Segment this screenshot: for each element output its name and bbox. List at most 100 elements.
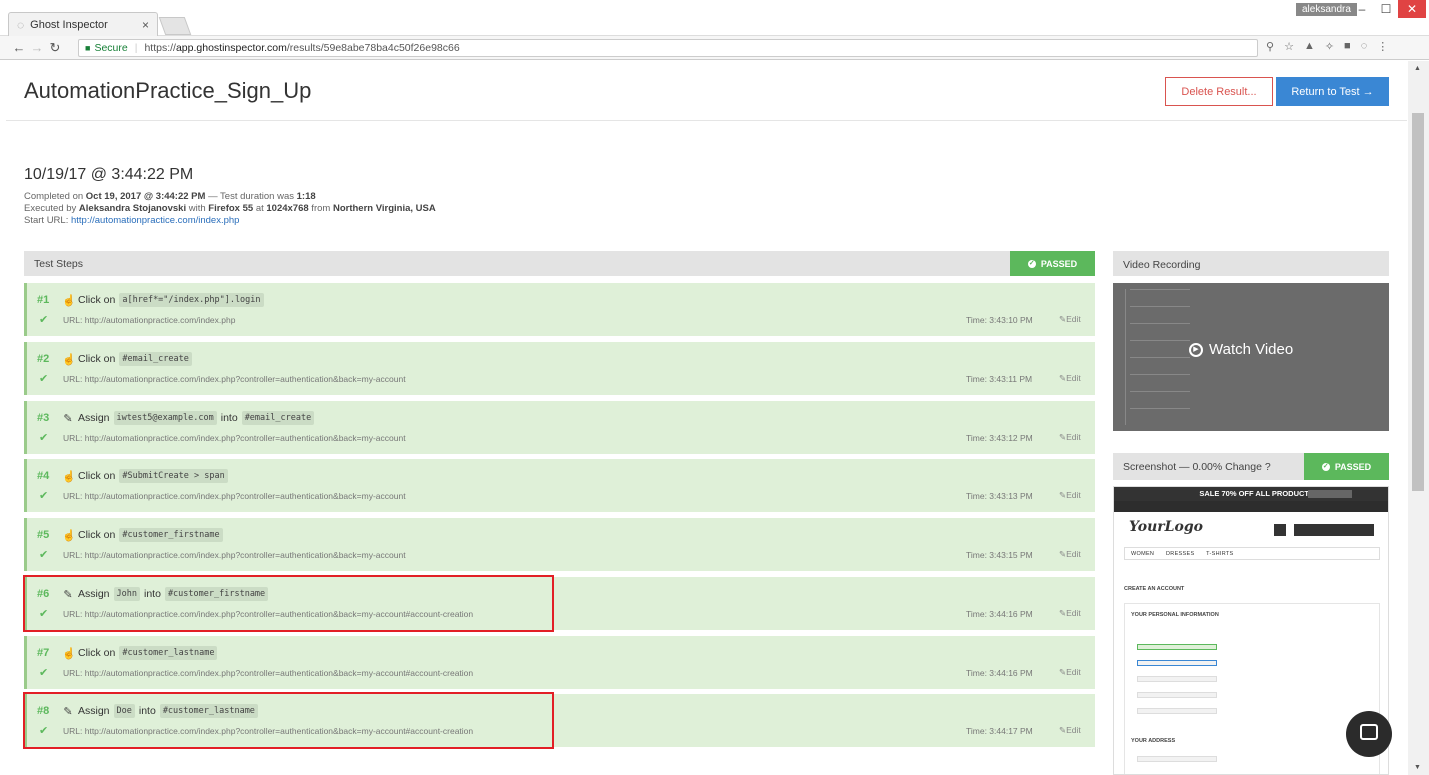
step-edit-link[interactable]: ✎Edit xyxy=(1059,490,1081,501)
step-edit-link[interactable]: ✎Edit xyxy=(1059,608,1081,619)
step-edit-link[interactable]: ✎Edit xyxy=(1059,432,1081,443)
shot-field-lastname xyxy=(1137,660,1217,666)
browser-tab[interactable]: ◌ Ghost Inspector × xyxy=(8,12,158,36)
video-preview[interactable]: ▶ Watch Video xyxy=(1113,283,1389,431)
start-url-link[interactable]: http://automationpractice.com/index.php xyxy=(71,215,239,226)
step-edit-label: Edit xyxy=(1066,432,1081,442)
step-time: Time: 3:43:12 PM xyxy=(966,433,1033,443)
checkmark-icon: ✔ xyxy=(39,490,49,502)
checkmark-icon: ✔ xyxy=(39,314,49,326)
test-step-5: #5 ☝ Click on #customer_firstname ✔ URL: h… xyxy=(24,518,1095,571)
play-circle-icon: ▶ xyxy=(1189,342,1203,357)
chat-launcher-button[interactable] xyxy=(1346,711,1392,757)
completed-prefix: Completed on xyxy=(24,191,86,202)
pin-icon[interactable]: ⚲ xyxy=(1266,40,1274,53)
screenshot-title-text: Screenshot — 0.00% Change xyxy=(1123,461,1262,473)
step-time: Time: 3:43:13 PM xyxy=(966,491,1033,501)
step-edit-link[interactable]: ✎Edit xyxy=(1059,373,1081,384)
screenshot-status: PASSED xyxy=(1334,461,1372,472)
step-into: into xyxy=(220,412,238,424)
url-scheme: https:// xyxy=(144,42,176,54)
tab-close-icon[interactable]: × xyxy=(142,18,149,32)
step-target: #email_create xyxy=(119,352,192,366)
step-edit-link[interactable]: ✎Edit xyxy=(1059,549,1081,560)
step-number: #2 xyxy=(37,353,50,365)
help-icon[interactable]: ? xyxy=(1265,461,1271,473)
back-icon[interactable]: ← xyxy=(10,40,28,55)
maximize-button[interactable]: ☐ xyxy=(1374,0,1398,18)
new-tab-button[interactable] xyxy=(158,17,192,35)
step-number: #3 xyxy=(37,412,50,424)
shot-field-dob xyxy=(1137,708,1217,714)
test-step-4: #4 ☝ Click on #SubmitCreate > span ✔ URL: … xyxy=(24,459,1095,512)
screenshot-passed-badge: ✓ PASSED xyxy=(1304,453,1389,480)
check-circle-icon: ✓ xyxy=(1027,259,1036,268)
test-steps-title: Test Steps xyxy=(34,258,84,270)
test-steps-header: Test Steps ✓ PASSED xyxy=(24,251,1095,276)
step-number: #1 xyxy=(37,294,50,306)
from-word: from xyxy=(308,203,333,214)
step-edit-label: Edit xyxy=(1066,373,1081,383)
step-edit-link[interactable]: ✎Edit xyxy=(1059,725,1081,736)
check-circle-icon: ✓ xyxy=(1321,462,1330,471)
step-url: URL: http://automationpractice.com/index… xyxy=(63,374,406,384)
shot-menu-tshirts: T-SHIRTS xyxy=(1206,551,1234,557)
checkmark-icon: ✔ xyxy=(39,373,49,385)
bookmark-star-icon[interactable]: ☆ xyxy=(1284,40,1294,53)
scroll-down-icon[interactable]: ▼ xyxy=(1414,764,1421,771)
reload-icon[interactable]: ↻ xyxy=(46,40,64,56)
page-content: AutomationPractice_Sign_Up Delete Result… xyxy=(6,61,1407,775)
result-date: 10/19/17 @ 3:44:22 PM xyxy=(24,166,194,183)
step-action: ☝ Click on a[href*="/index.php"].login xyxy=(62,293,264,307)
watch-video-button[interactable]: ▶ Watch Video xyxy=(1189,341,1293,358)
step-url: URL: http://automationpractice.com/index… xyxy=(63,315,236,325)
window-close-button[interactable]: ✕ xyxy=(1398,0,1426,18)
step-target: #SubmitCreate > span xyxy=(119,469,228,483)
step-action: ☝ Click on #customer_lastname xyxy=(62,646,218,660)
shot-menu-dresses: DRESSES xyxy=(1166,551,1195,557)
step-value: iwtest5@example.com xyxy=(113,411,217,425)
page-scrollbar[interactable]: ▲ ▼ xyxy=(1408,61,1429,775)
shot-your-address: YOUR ADDRESS xyxy=(1131,738,1176,744)
start-url-line: Start URL: http://automationpractice.com… xyxy=(24,215,436,227)
extension-icon[interactable]: ✧ xyxy=(1325,40,1334,53)
step-action-label: Click on xyxy=(78,353,116,365)
browser-titlebar: ◌ Ghost Inspector × aleksandra – ☐ ✕ xyxy=(0,0,1429,36)
extension-box-icon[interactable]: ■ xyxy=(1344,40,1351,53)
url-host: app.ghostinspector.com xyxy=(175,42,287,54)
step-time: Time: 3:43:10 PM xyxy=(966,315,1033,325)
forward-icon[interactable]: → xyxy=(28,40,46,55)
scroll-up-icon[interactable]: ▲ xyxy=(1414,65,1421,72)
shot-top-strip xyxy=(1114,501,1388,512)
scrollbar-thumb[interactable] xyxy=(1412,113,1424,491)
shot-create-account: CREATE AN ACCOUNT xyxy=(1124,586,1185,592)
step-edit-link[interactable]: ✎Edit xyxy=(1059,667,1081,678)
return-to-test-button[interactable]: Return to Test → xyxy=(1276,77,1389,106)
shot-cart xyxy=(1294,524,1374,536)
user-badge[interactable]: aleksandra xyxy=(1296,3,1357,16)
page-title: AutomationPractice_Sign_Up xyxy=(24,78,312,103)
video-recording-title: Video Recording xyxy=(1113,251,1389,276)
step-edit-label: Edit xyxy=(1066,549,1081,559)
step-target: #customer_firstname xyxy=(119,528,223,542)
minimize-button[interactable]: – xyxy=(1350,0,1374,18)
url-input[interactable]: ■ Secure | https://app.ghostinspector.co… xyxy=(78,39,1258,57)
checkmark-icon: ✔ xyxy=(39,432,49,444)
menu-icon[interactable]: ⋮ xyxy=(1377,40,1388,53)
extension-icons: ⚲ ☆ ▲ ✧ ■ ◌ ⋮ xyxy=(1266,40,1388,53)
secure-indicator[interactable]: ■ Secure xyxy=(85,42,128,54)
step-number: #4 xyxy=(37,470,50,482)
ghost-extension-icon[interactable]: ◌ xyxy=(1361,40,1368,53)
shot-field-firstname xyxy=(1137,644,1217,650)
shot-field-password xyxy=(1137,692,1217,698)
watch-video-label: Watch Video xyxy=(1209,341,1294,358)
step-time: Time: 3:44:16 PM xyxy=(966,668,1033,678)
step-action-label: Click on xyxy=(78,529,116,541)
tab-title: Ghost Inspector xyxy=(30,18,108,31)
delete-result-button[interactable]: Delete Result... xyxy=(1165,77,1273,106)
pointer-hand-icon: ☝ xyxy=(62,470,76,483)
step-edit-link[interactable]: ✎Edit xyxy=(1059,314,1081,325)
step-target: #customer_lastname xyxy=(119,646,218,660)
ghost-icon: ◌ xyxy=(17,17,25,32)
drive-icon[interactable]: ▲ xyxy=(1304,40,1315,53)
